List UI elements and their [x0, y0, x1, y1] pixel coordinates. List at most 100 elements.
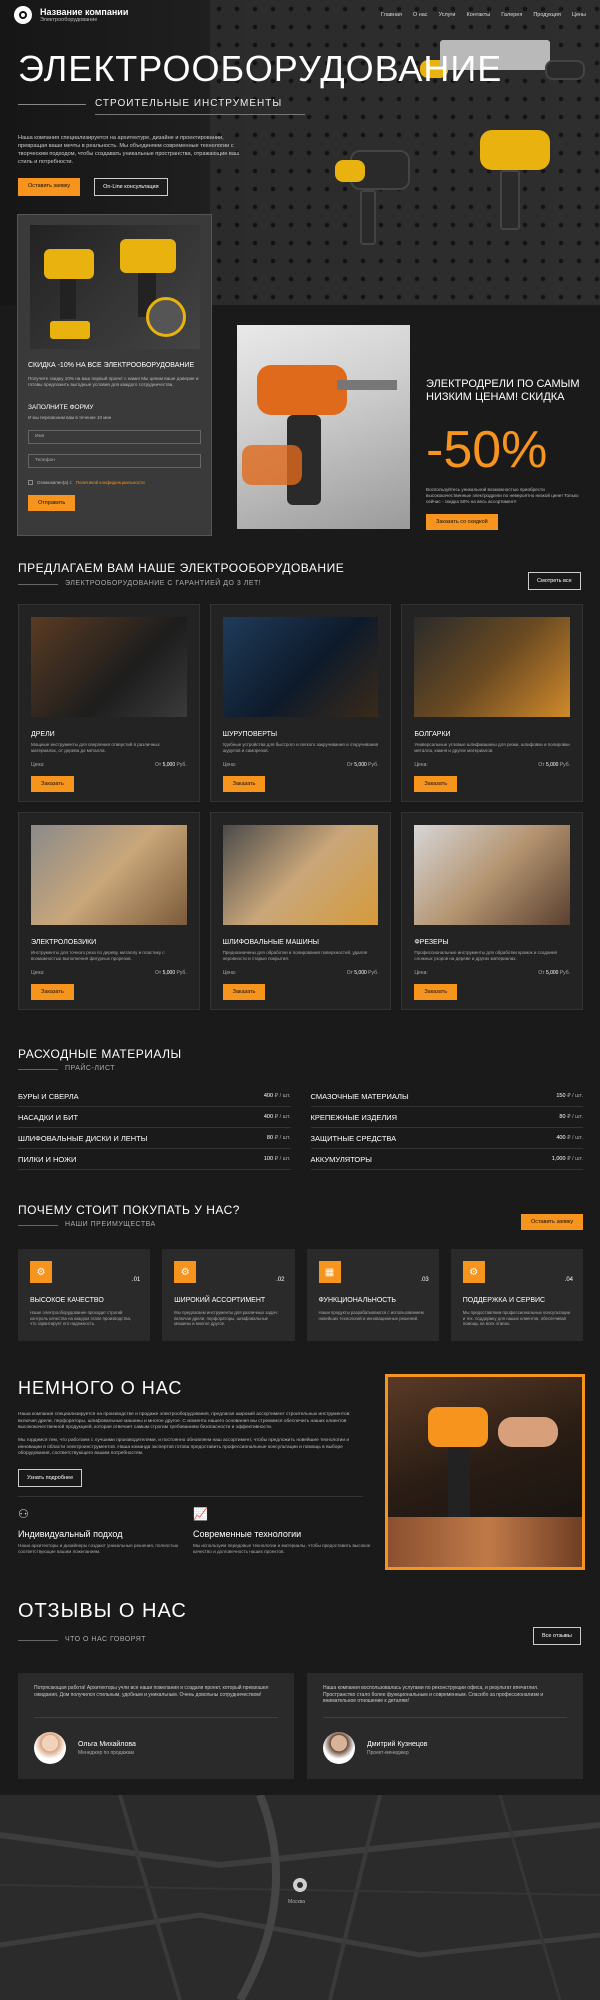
privacy-policy-link[interactable]: Политикой конфиденциальности [76, 480, 145, 485]
product-order-button[interactable]: Заказать [414, 776, 458, 792]
hero-divider [18, 104, 86, 105]
network-icon: ⚇ [18, 1507, 29, 1521]
price-row: ПИЛКИ И НОЖИ 100 ₽ / шт. [18, 1149, 291, 1170]
product-name: ШЛИФОВАЛЬНЫЕ МАШИНЫ [222, 939, 319, 946]
reviews-title: ОТЗЫВЫ О НАС [18, 1600, 187, 1622]
product-description: Профессиональные инструменты для обработ… [414, 950, 557, 961]
price-currency: Руб. [559, 762, 570, 768]
price-value: 5,000 [354, 970, 367, 976]
form-subtitle: И мы перезвоним вам в течение 10 мин [28, 415, 112, 420]
about-more-button[interactable]: Узнать подробнее [18, 1469, 83, 1487]
product-name: ДРЕЛИ [31, 731, 55, 738]
view-all-button[interactable]: Смотреть все [528, 572, 581, 590]
price-label: Цена: [31, 762, 45, 768]
about-divider [18, 1496, 363, 1497]
price-item-unit: ₽ / шт. [274, 1093, 291, 1099]
price-item-value: 100 [263, 1156, 274, 1162]
product-order-button[interactable]: Заказать [414, 984, 458, 1000]
price-from: От [538, 762, 545, 768]
product-price-row: Цена: От 5,000 Руб. [414, 762, 570, 768]
nav-item-about[interactable]: О нас [413, 12, 428, 18]
product-order-button[interactable]: Заказать [31, 776, 74, 792]
price-item-value: 80 [559, 1114, 566, 1120]
price-currency: Руб. [176, 762, 187, 768]
product-description: Предназначены для обработки и полировани… [222, 950, 368, 961]
advantage-card: ▦ .03 ФУНКЦИОНАЛЬНОСТЬ Наши продукты разраб… [306, 1249, 439, 1341]
consent-checkbox[interactable] [28, 480, 33, 485]
hero-title: ЭЛЕКТРООБОРУДОВАНИЕ [18, 48, 503, 89]
quality-icon: ⚙ [30, 1261, 52, 1283]
promo-title: СКИДКА -10% НА ВСЕ ЭЛЕКТРООБОРУДОВАНИЕ [28, 362, 195, 369]
about-paragraph-1: Наша компания специализируется на произв… [18, 1412, 351, 1430]
advantage-card: ⚙ .04 ПОДДЕРЖКА И СЕРВИС Мы предоставляем п… [450, 1249, 583, 1341]
price-label: Цена: [414, 970, 428, 976]
product-name: ФРЕЗЕРЫ [414, 939, 449, 946]
advantage-card: ⚙ .01 ВЫСОКОЕ КАЧЕСТВО Наше электрооборудов… [18, 1249, 151, 1341]
price-item-unit: ₽ / шт. [567, 1156, 583, 1162]
reviewer-role: Менеджер по продажам [78, 1749, 134, 1756]
hero-subtitle-underline [95, 114, 305, 115]
avatar [323, 1732, 355, 1764]
nav-item-prices[interactable]: Цены [572, 12, 586, 18]
product-order-button[interactable]: Заказать [222, 776, 266, 792]
product-grid: ДРЕЛИ Мощные инструменты для сверления от… [18, 604, 583, 1010]
nav-item-home[interactable]: Главная [381, 12, 402, 18]
sale-order-button[interactable]: Заказать со скидкой [426, 514, 498, 530]
price-item-name: ПИЛКИ И НОЖИ [18, 1154, 77, 1164]
reviewer-role: Проект-менеджер [367, 1749, 409, 1756]
price-item-unit: ₽ / шт. [567, 1135, 583, 1141]
hero-order-button[interactable]: Оставить заявку [18, 178, 81, 196]
reviews-divider [18, 1640, 58, 1641]
brand-subtitle: Электрооборудование [40, 17, 98, 23]
form-title: ЗАПОЛНИТЕ ФОРМУ [28, 404, 94, 411]
name-field[interactable]: Имя [28, 430, 201, 444]
advantage-title: ФУНКЦИОНАЛЬНОСТЬ [318, 1297, 397, 1304]
form-submit-button[interactable]: Отправить [28, 495, 76, 511]
review-card: Потрясающая работа! Архитекторы учли все… [18, 1673, 294, 1779]
product-price-row: Цена: От 5,000 Руб. [31, 970, 187, 976]
price-item-unit: ₽ / шт. [567, 1093, 583, 1099]
nav-item-gallery[interactable]: Галерея [501, 12, 522, 18]
price-from: От [155, 762, 162, 768]
top-header: Название компании Электрооборудование Гл… [0, 0, 600, 30]
feature-text: Наши архитекторы и дизайнеры создают уни… [18, 1543, 179, 1554]
product-order-button[interactable]: Заказать [31, 984, 74, 1000]
about-paragraph-2: Мы гордимся тем, что работаем с лучшими … [18, 1438, 350, 1456]
nav-item-contacts[interactable]: Контакты [466, 12, 490, 18]
price-item-name: СМАЗОЧНЫЕ МАТЕРИАЛЫ [310, 1091, 409, 1101]
price-item-value: 400 [263, 1093, 274, 1099]
all-reviews-button[interactable]: Все отзывы [533, 1627, 581, 1645]
hero-buttons: Оставить заявку On-Line консультация [18, 178, 168, 196]
hero-consult-button[interactable]: On-Line консультация [94, 178, 168, 196]
hero-description: Наша компания специализируется на архите… [18, 135, 240, 165]
advantage-title: ШИРОКИЙ АССОРТИМЕНТ [174, 1297, 266, 1304]
product-card: ДРЕЛИ Мощные инструменты для сверления от… [18, 604, 200, 802]
price-label: Цена: [222, 970, 237, 976]
product-price-row: Цена: От 5,000 Руб. [414, 970, 570, 976]
price-row: СМАЗОЧНЫЕ МАТЕРИАЛЫ 150 ₽ / шт. [310, 1086, 583, 1107]
promo-text: Получите скидку 10% на ваш первый проект… [28, 376, 199, 387]
price-item-value: 150 [556, 1093, 566, 1099]
assortment-icon: ⚙ [174, 1261, 197, 1283]
price-item-value: 80 [266, 1135, 274, 1141]
price-item-name: КРЕПЕЖНЫЕ ИЗДЕЛИЯ [310, 1112, 398, 1122]
phone-field[interactable]: Телефон [28, 454, 201, 468]
why-order-button[interactable]: Оставить заявку [521, 1214, 584, 1230]
nav-item-products[interactable]: Продукция [533, 12, 561, 18]
product-image [222, 617, 379, 717]
product-order-button[interactable]: Заказать [222, 984, 266, 1000]
company-logo[interactable] [14, 6, 32, 24]
support-icon: ⚙ [462, 1261, 485, 1283]
advantages-grid: ⚙ .01 ВЫСОКОЕ КАЧЕСТВО Наше электрооборудов… [18, 1249, 583, 1341]
price-from: От [346, 762, 353, 768]
sale-text: Воспользуйтесь уникальной возможностью п… [426, 487, 579, 504]
consent-checkbox-row: Ознакомлен(а) с Политикой конфиденциальн… [28, 480, 201, 485]
price-from: От [346, 970, 353, 976]
nav-item-services[interactable]: Услуги [439, 12, 456, 18]
price-item-name: АККУМУЛЯТОРЫ [310, 1154, 372, 1164]
feature-text: Мы используем передовые технологии и мат… [193, 1543, 371, 1554]
advantage-number: .03 [420, 1277, 429, 1283]
promo-card: СКИДКА -10% НА ВСЕ ЭЛЕКТРООБОРУДОВАНИЕ П… [17, 214, 212, 536]
product-description: Удобные устройства для быстрого и легког… [222, 742, 379, 753]
location-map[interactable]: Москва [0, 1795, 600, 2000]
